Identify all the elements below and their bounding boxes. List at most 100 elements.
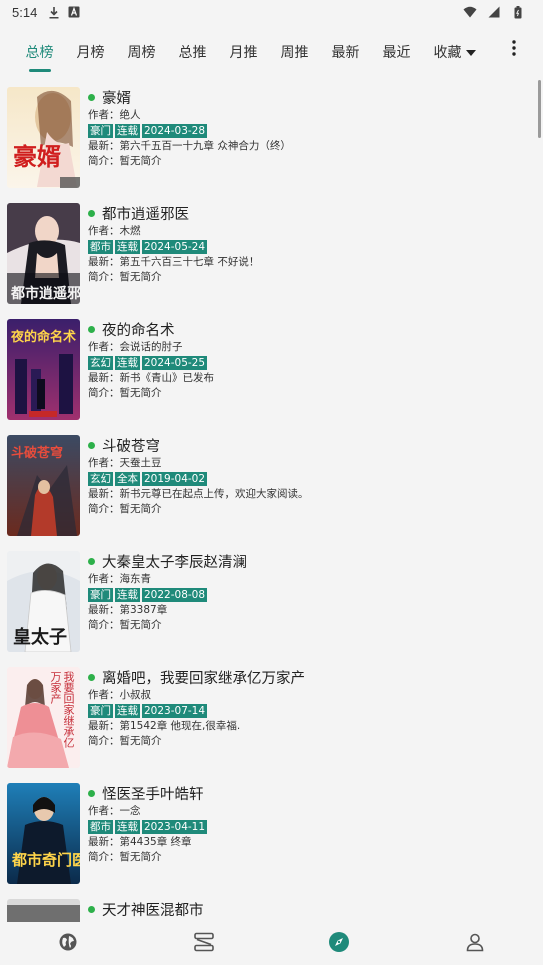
book-latest-chapter: 最新：第六千五百一十九章 众神合力（终）: [88, 140, 291, 152]
book-item[interactable]: 皇太子 大秦皇太子李辰赵清澜 作者：海东青 豪门 连载 2022-08-08 最…: [0, 544, 543, 660]
title-row: 都市逍遥邪医: [88, 202, 533, 224]
globe-icon: [58, 932, 78, 956]
genre-tag: 豪门: [88, 588, 113, 602]
book-intro: 简介：暂无简介: [88, 155, 162, 167]
cover-title: 夜的命名术: [10, 329, 76, 345]
date-tag: 2023-07-14: [142, 704, 208, 718]
download-icon: [47, 5, 61, 19]
compass-icon: [328, 931, 350, 957]
book-latest-chapter: 最新：第3387章: [88, 604, 168, 616]
book-item[interactable]: 豪婿 豪婿 作者：绝人 豪门 连载 2024-03-28 最新：第六千五百一十九…: [0, 80, 543, 196]
title-row: 怪医圣手叶皓轩: [88, 782, 533, 804]
book-item[interactable]: 斗破苍穹 斗破苍穹 作者：天蚕土豆 玄幻 全本 2019-04-02 最新：新书…: [0, 428, 543, 544]
book-cover: 豪婿: [7, 87, 80, 188]
book-item[interactable]: 都市奇门医圣 怪医圣手叶皓轩 作者：一念 都市 连载 2023-04-11 最新…: [0, 776, 543, 892]
title-row: 天才神医混都市: [88, 898, 533, 920]
book-title: 豪婿: [102, 90, 131, 107]
tab-label: 月推: [229, 45, 258, 61]
tab-weekly-rank[interactable]: 周榜: [116, 30, 167, 74]
book-intro: 简介：暂无简介: [88, 271, 162, 283]
book-author: 作者：会说话的肘子: [88, 341, 183, 353]
book-title: 大秦皇太子李辰赵清澜: [102, 554, 247, 571]
book-tags: 都市 连载 2023-04-11: [88, 820, 533, 834]
genre-tag: 都市: [88, 240, 113, 254]
book-item[interactable]: 我要回家继承亿万家产 离婚吧，我要回家继承亿万家产 作者：小叔叔 豪门 连载 2…: [0, 660, 543, 776]
book-tags: 玄幻 全本 2019-04-02: [88, 472, 533, 486]
book-info: 离婚吧，我要回家继承亿万家产 作者：小叔叔 豪门 连载 2023-07-14 最…: [88, 666, 533, 749]
tab-monthly-rank[interactable]: 月榜: [65, 30, 116, 74]
genre-tag: 都市: [88, 820, 113, 834]
book-latest-chapter: 最新：第五千六百三十七章 不好说！: [88, 256, 260, 268]
book-author: 作者：一念: [88, 805, 141, 817]
tab-label: 总推: [178, 45, 207, 61]
book-latest-chapter: 最新：新书《青山》已发布: [88, 372, 214, 384]
date-tag: 2019-04-02: [142, 472, 208, 486]
more-options-button[interactable]: [504, 40, 524, 60]
genre-tag: 玄幻: [88, 472, 113, 486]
book-intro: 简介：暂无简介: [88, 503, 162, 515]
book-title: 夜的命名术: [102, 322, 175, 339]
book-item[interactable]: 都市逍遥邪医 都市逍遥邪医 作者：木燃 都市 连载 2024-05-24 最新：…: [0, 196, 543, 312]
title-row: 夜的命名术: [88, 318, 533, 340]
update-dot: [88, 673, 95, 681]
tab-label: 周榜: [127, 45, 156, 61]
book-list: 豪婿 豪婿 作者：绝人 豪门 连载 2024-03-28 最新：第六千五百一十九…: [0, 80, 543, 925]
tab-dropdown-button[interactable]: [461, 40, 481, 60]
nav-bookshelf[interactable]: [136, 922, 272, 965]
tab-total-recommend[interactable]: 总推: [167, 30, 218, 74]
date-tag: 2024-05-25: [142, 356, 208, 370]
book-item[interactable]: 夜的命名术 夜的命名术 作者：会说话的肘子 玄幻 连载 2024-05-25 最…: [0, 312, 543, 428]
tab-label: 最近: [382, 45, 411, 61]
title-row: 斗破苍穹: [88, 434, 533, 456]
nav-explore[interactable]: [272, 922, 408, 965]
book-tags: 都市 连载 2024-05-24: [88, 240, 533, 254]
nav-discover[interactable]: [0, 922, 136, 965]
cover-title: 我要回家继承亿万家产: [49, 671, 75, 748]
book-title: 怪医圣手叶皓轩: [102, 786, 204, 803]
tab-total-rank[interactable]: 总榜: [14, 30, 65, 74]
nav-profile[interactable]: [407, 922, 543, 965]
bookshelf-icon: [193, 932, 215, 956]
book-info: 大秦皇太子李辰赵清澜 作者：海东青 豪门 连载 2022-08-08 最新：第3…: [88, 550, 533, 633]
book-intro: 简介：暂无简介: [88, 387, 162, 399]
update-dot: [88, 441, 95, 449]
book-tags: 玄幻 连载 2024-05-25: [88, 356, 533, 370]
person-icon: [465, 932, 485, 956]
book-info: 怪医圣手叶皓轩 作者：一念 都市 连载 2023-04-11 最新：第4435章…: [88, 782, 533, 865]
genre-tag: 玄幻: [88, 356, 113, 370]
tab-recent[interactable]: 最近: [371, 30, 422, 74]
update-dot: [88, 325, 95, 333]
book-latest-chapter: 最新：第4435章 终章: [88, 836, 192, 848]
update-dot: [88, 557, 95, 565]
list-scrollbar[interactable]: [538, 80, 541, 138]
date-tag: 2022-08-08: [142, 588, 208, 602]
book-latest-chapter: 最新：新书元尊已在起点上传，欢迎大家阅读。: [88, 488, 309, 500]
cover-title: 斗破苍穹: [11, 445, 63, 461]
status-tag: 连载: [115, 704, 140, 718]
book-intro: 简介：暂无简介: [88, 619, 162, 631]
book-item[interactable]: 天才神医混都市: [0, 892, 543, 925]
status-tag: 连载: [115, 356, 140, 370]
genre-tag: 豪门: [88, 124, 113, 138]
book-author: 作者：小叔叔: [88, 689, 151, 701]
book-author: 作者：绝人: [88, 109, 141, 121]
book-info: 天才神医混都市: [88, 898, 533, 920]
book-cover: 都市逍遥邪医: [7, 203, 80, 304]
tab-monthly-recommend[interactable]: 月推: [218, 30, 269, 74]
wifi-icon: [463, 5, 477, 19]
book-tags: 豪门 连载 2022-08-08: [88, 588, 533, 602]
tab-newest[interactable]: 最新: [320, 30, 371, 74]
book-info: 豪婿 作者：绝人 豪门 连载 2024-03-28 最新：第六千五百一十九章 众…: [88, 86, 533, 169]
cover-title: 都市逍遥邪医: [10, 285, 80, 302]
date-tag: 2024-05-24: [142, 240, 208, 254]
status-right-icons: [463, 5, 531, 19]
tab-weekly-recommend[interactable]: 周推: [269, 30, 320, 74]
title-row: 大秦皇太子李辰赵清澜: [88, 550, 533, 572]
triangle-down-icon: [466, 41, 476, 60]
tab-label: 周推: [280, 45, 309, 61]
more-vert-icon: [512, 40, 516, 60]
title-row: 离婚吧，我要回家继承亿万家产: [88, 666, 533, 688]
book-cover: 斗破苍穹: [7, 435, 80, 536]
status-tag: 全本: [115, 472, 140, 486]
book-cover: 夜的命名术: [7, 319, 80, 420]
